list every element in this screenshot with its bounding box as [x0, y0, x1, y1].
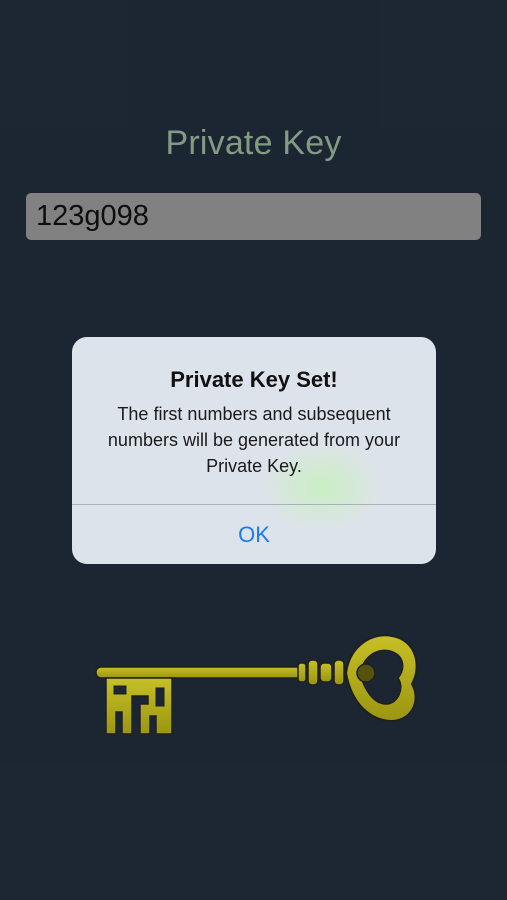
private-key-screen: Private Key Private Key Set! The first n…: [0, 0, 507, 900]
private-key-set-alert: Private Key Set! The first numbers and s…: [72, 337, 436, 564]
alert-message: The first numbers and subsequent numbers…: [107, 404, 401, 476]
ok-button[interactable]: OK: [72, 505, 436, 564]
alert-title: Private Key Set!: [170, 367, 338, 392]
